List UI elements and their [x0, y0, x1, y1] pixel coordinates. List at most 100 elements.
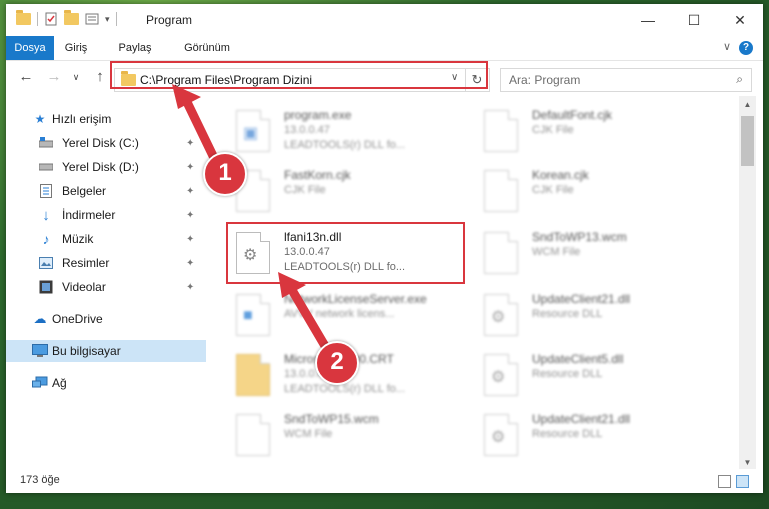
- search-icon: ⌕: [736, 72, 743, 86]
- dll-icon: ⚙: [484, 414, 518, 456]
- file-name: NetworkLicenseServer.exe: [284, 292, 427, 306]
- file-type: CJK File: [532, 124, 574, 136]
- file-name: UpdateClient21.dll: [532, 292, 631, 306]
- music-icon: ♪: [42, 231, 50, 247]
- file-name: SndToWP13.wcm: [532, 230, 627, 244]
- file-name: Korean.cjk: [532, 168, 589, 182]
- large-icons-view-icon[interactable]: [736, 475, 749, 488]
- file-type: Resource DLL: [532, 308, 603, 320]
- address-bar-highlight: [110, 61, 488, 89]
- download-icon: ↓: [42, 206, 50, 224]
- sidebar-item-quick-access[interactable]: ★ Hızlı erişim: [6, 108, 206, 130]
- file-icon: [236, 414, 270, 456]
- sidebar-item-downloads[interactable]: ↓ İndirmeler ✦: [6, 204, 206, 226]
- divider: [115, 12, 117, 26]
- back-button[interactable]: ←: [16, 67, 36, 87]
- cloud-icon: ☁: [33, 311, 47, 326]
- sidebar-item-label: Videolar: [62, 280, 106, 294]
- file-item[interactable]: ⚙ UpdateClient5.dll Resource DLL: [474, 348, 714, 404]
- sidebar-item-label: Müzik: [62, 232, 94, 246]
- new-folder-icon[interactable]: [64, 10, 79, 25]
- file-name: program.exe: [284, 108, 352, 122]
- item-count: 173 öğe: [20, 474, 60, 486]
- sidebar-item-label: İndirmeler: [62, 208, 116, 222]
- vertical-scrollbar[interactable]: ▲ ▼: [739, 96, 756, 469]
- network-icon: [32, 375, 48, 391]
- file-type: Resource DLL: [532, 368, 603, 380]
- pin-icon: ✦: [186, 185, 195, 197]
- pin-icon: ✦: [186, 209, 195, 221]
- file-icon: [484, 170, 518, 212]
- search-input[interactable]: Ara: Program: [509, 73, 580, 87]
- drive-icon: [38, 135, 54, 151]
- sidebar-item-this-pc[interactable]: Bu bilgisayar: [6, 340, 206, 362]
- step-badge-2: 2: [315, 341, 359, 385]
- sidebar-item-network[interactable]: Ağ: [6, 372, 206, 394]
- file-name: DefaultFont.cjk: [532, 108, 613, 122]
- file-item[interactable]: ▣ program.exe 13.0.0.47 LEADTOOLS(r) DLL…: [226, 104, 466, 160]
- sidebar-item-label: Yerel Disk (C:): [62, 136, 139, 150]
- scroll-down-icon[interactable]: ▼: [739, 458, 756, 467]
- file-item[interactable]: FastKorn.cjk CJK File: [226, 164, 466, 220]
- scroll-up-icon[interactable]: ▲: [739, 100, 756, 109]
- file-item[interactable]: ■ NetworkLicenseServer.exe AVVV network …: [226, 288, 466, 344]
- properties-icon[interactable]: [44, 12, 58, 26]
- documents-icon: [38, 183, 54, 199]
- up-button[interactable]: ↑: [90, 67, 110, 87]
- file-type: CJK File: [532, 184, 574, 196]
- file-item[interactable]: SndToWP13.wcm WCM File: [474, 226, 714, 282]
- file-name: FastKorn.cjk: [284, 168, 351, 182]
- file-item[interactable]: Korean.cjk CJK File: [474, 164, 714, 220]
- navigation-pane: ★ Hızlı erişim Yerel Disk (C:) ✦ Yerel D…: [6, 96, 206, 466]
- sidebar-item-local-disk-c[interactable]: Yerel Disk (C:) ✦: [6, 132, 206, 154]
- scrollbar-thumb[interactable]: [741, 116, 754, 166]
- maximize-button[interactable]: ☐: [671, 4, 717, 36]
- ribbon-tabs: Dosya Giriş Paylaş Görünüm ∨ ?: [6, 36, 763, 61]
- tab-share[interactable]: Paylaş: [110, 36, 160, 60]
- pictures-icon: [38, 255, 54, 271]
- sidebar-item-label: Resimler: [62, 256, 110, 270]
- sidebar-item-local-disk-d[interactable]: Yerel Disk (D:) ✦: [6, 156, 206, 178]
- sidebar-item-onedrive[interactable]: ☁ OneDrive: [6, 308, 206, 330]
- close-button[interactable]: ✕: [717, 4, 763, 36]
- tab-file[interactable]: Dosya: [6, 36, 54, 60]
- help-button[interactable]: ?: [739, 41, 753, 55]
- pin-icon: ✦: [186, 233, 195, 245]
- sidebar-item-label: Yerel Disk (D:): [62, 160, 139, 174]
- tab-view[interactable]: Görünüm: [172, 36, 242, 60]
- computer-icon: [32, 343, 48, 359]
- details-view-icon[interactable]: [718, 475, 731, 488]
- window-title: Program: [146, 13, 193, 27]
- view-options-icon[interactable]: [85, 12, 99, 26]
- tab-home[interactable]: Giriş: [54, 36, 98, 60]
- sidebar-item-videos[interactable]: Videolar ✦: [6, 276, 206, 298]
- search-box[interactable]: Ara: Program ⌕: [500, 68, 752, 92]
- forward-button[interactable]: →: [44, 67, 64, 87]
- sidebar-item-documents[interactable]: Belgeler ✦: [6, 180, 206, 202]
- videos-icon: [38, 279, 54, 295]
- file-type: CJK File: [284, 184, 326, 196]
- sidebar-item-label: Hızlı erişim: [52, 112, 112, 126]
- folder-icon: [16, 10, 31, 25]
- file-item[interactable]: SndToWP15.wcm WCM File: [226, 408, 466, 464]
- file-item[interactable]: DefaultFont.cjk CJK File: [474, 104, 714, 160]
- sidebar-item-label: OneDrive: [52, 312, 103, 326]
- customize-toolbar-icon[interactable]: ▾: [105, 14, 110, 25]
- minimize-button[interactable]: —: [625, 4, 671, 36]
- title-bar: ▾ Program — ☐ ✕: [6, 4, 763, 36]
- dll-icon: ⚙: [484, 294, 518, 336]
- file-type: WCM File: [284, 428, 333, 440]
- sidebar-item-pictures[interactable]: Resimler ✦: [6, 252, 206, 274]
- sidebar-item-label: Bu bilgisayar: [52, 344, 121, 358]
- file-item[interactable]: ⚙ UpdateClient21.dll Resource DLL: [474, 288, 714, 344]
- sidebar-item-music[interactable]: ♪ Müzik ✦: [6, 228, 206, 250]
- exe-icon: ▣: [236, 110, 270, 152]
- sidebar-item-label: Belgeler: [62, 184, 107, 198]
- pin-icon: ✦: [186, 257, 195, 269]
- recent-locations-button[interactable]: ∨: [66, 67, 86, 87]
- file-item[interactable]: ⚙ UpdateClient21.dll Resource DLL: [474, 408, 714, 464]
- folder-icon: [236, 354, 270, 396]
- expand-ribbon-button[interactable]: ∨: [723, 40, 731, 53]
- file-icon: [484, 232, 518, 274]
- quick-access-toolbar: ▾: [16, 10, 117, 26]
